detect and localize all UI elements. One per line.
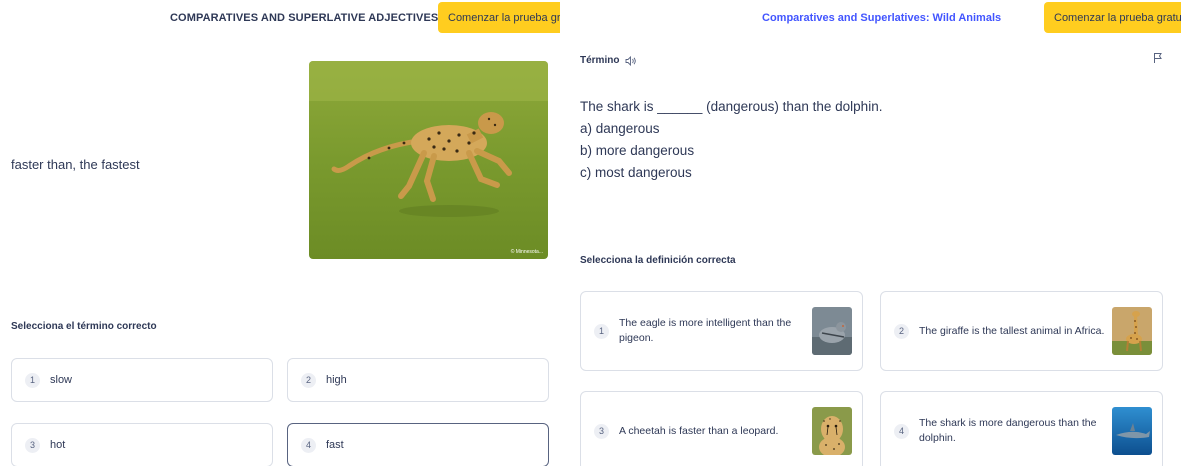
question-text: The shark is ______ (dangerous) than the… [580, 99, 883, 114]
term-option-hot[interactable]: 3 hot [11, 423, 273, 466]
option-text: The eagle is more intelligent than the p… [619, 317, 792, 344]
option-number: 4 [894, 423, 909, 439]
answer-a: a) dangerous [580, 121, 660, 136]
definition-option-1[interactable]: 1 The eagle is more intelligent than the… [580, 291, 863, 371]
definition-option-2[interactable]: 2 The giraffe is the tallest animal in A… [880, 291, 1163, 371]
term-header: Término [580, 55, 637, 66]
option-text: The shark is more dangerous than the dol… [919, 417, 1097, 444]
definition-text: faster than, the fastest [11, 157, 140, 172]
option-label: hot [50, 439, 66, 451]
option-number: 2 [301, 372, 316, 388]
photo-credit: © Minnesota... [511, 248, 543, 255]
definition-option-4[interactable]: 4 The shark is more dangerous than the d… [880, 391, 1163, 466]
term-option-high[interactable]: 2 high [287, 358, 549, 402]
term-label: Término [580, 55, 620, 66]
shark-image [1112, 407, 1152, 455]
term-option-fast[interactable]: 4 fast [287, 423, 549, 466]
option-number: 4 [301, 437, 316, 453]
option-label: high [326, 374, 347, 386]
definition-option-3[interactable]: 3 A cheetah is faster than a leopard. [580, 391, 863, 466]
option-number: 3 [25, 437, 40, 453]
option-label: fast [326, 439, 344, 451]
start-trial-button[interactable]: Comenzar la prueba gratuita [1044, 2, 1181, 33]
select-definition-prompt: Selecciona la definición correcta [580, 255, 736, 266]
set-title[interactable]: COMPARATIVES AND SUPERLATIVE ADJECTIVES [170, 12, 438, 24]
right-flashcard-panel: Comparatives and Superlatives: Wild Anim… [568, 0, 1181, 466]
select-term-prompt: Selecciona el término correcto [11, 321, 157, 332]
cheetah-photo: © Minnesota... [309, 61, 548, 259]
flag-icon[interactable] [1153, 52, 1163, 64]
answer-b: b) more dangerous [580, 143, 695, 158]
option-number: 1 [594, 323, 609, 339]
left-flashcard-panel: COMPARATIVES AND SUPERLATIVE ADJECTIVES … [0, 0, 560, 466]
cheetah-image [812, 407, 852, 455]
answer-c: c) most dangerous [580, 165, 692, 180]
start-trial-button[interactable]: Comenzar la prueba gratuita [438, 2, 560, 33]
option-number: 3 [594, 423, 609, 439]
option-text: The giraffe is the tallest animal in Afr… [919, 324, 1105, 337]
giraffe-image [1112, 307, 1152, 355]
option-number: 1 [25, 372, 40, 388]
set-title[interactable]: Comparatives and Superlatives: Wild Anim… [762, 12, 1001, 24]
term-option-slow[interactable]: 1 slow [11, 358, 273, 402]
option-text: A cheetah is faster than a leopard. [619, 424, 779, 437]
speaker-icon[interactable] [625, 55, 637, 66]
pigeon-image [812, 307, 852, 355]
option-number: 2 [894, 323, 909, 339]
question-block: The shark is ______ (dangerous) than the… [580, 96, 882, 184]
option-label: slow [50, 374, 73, 386]
